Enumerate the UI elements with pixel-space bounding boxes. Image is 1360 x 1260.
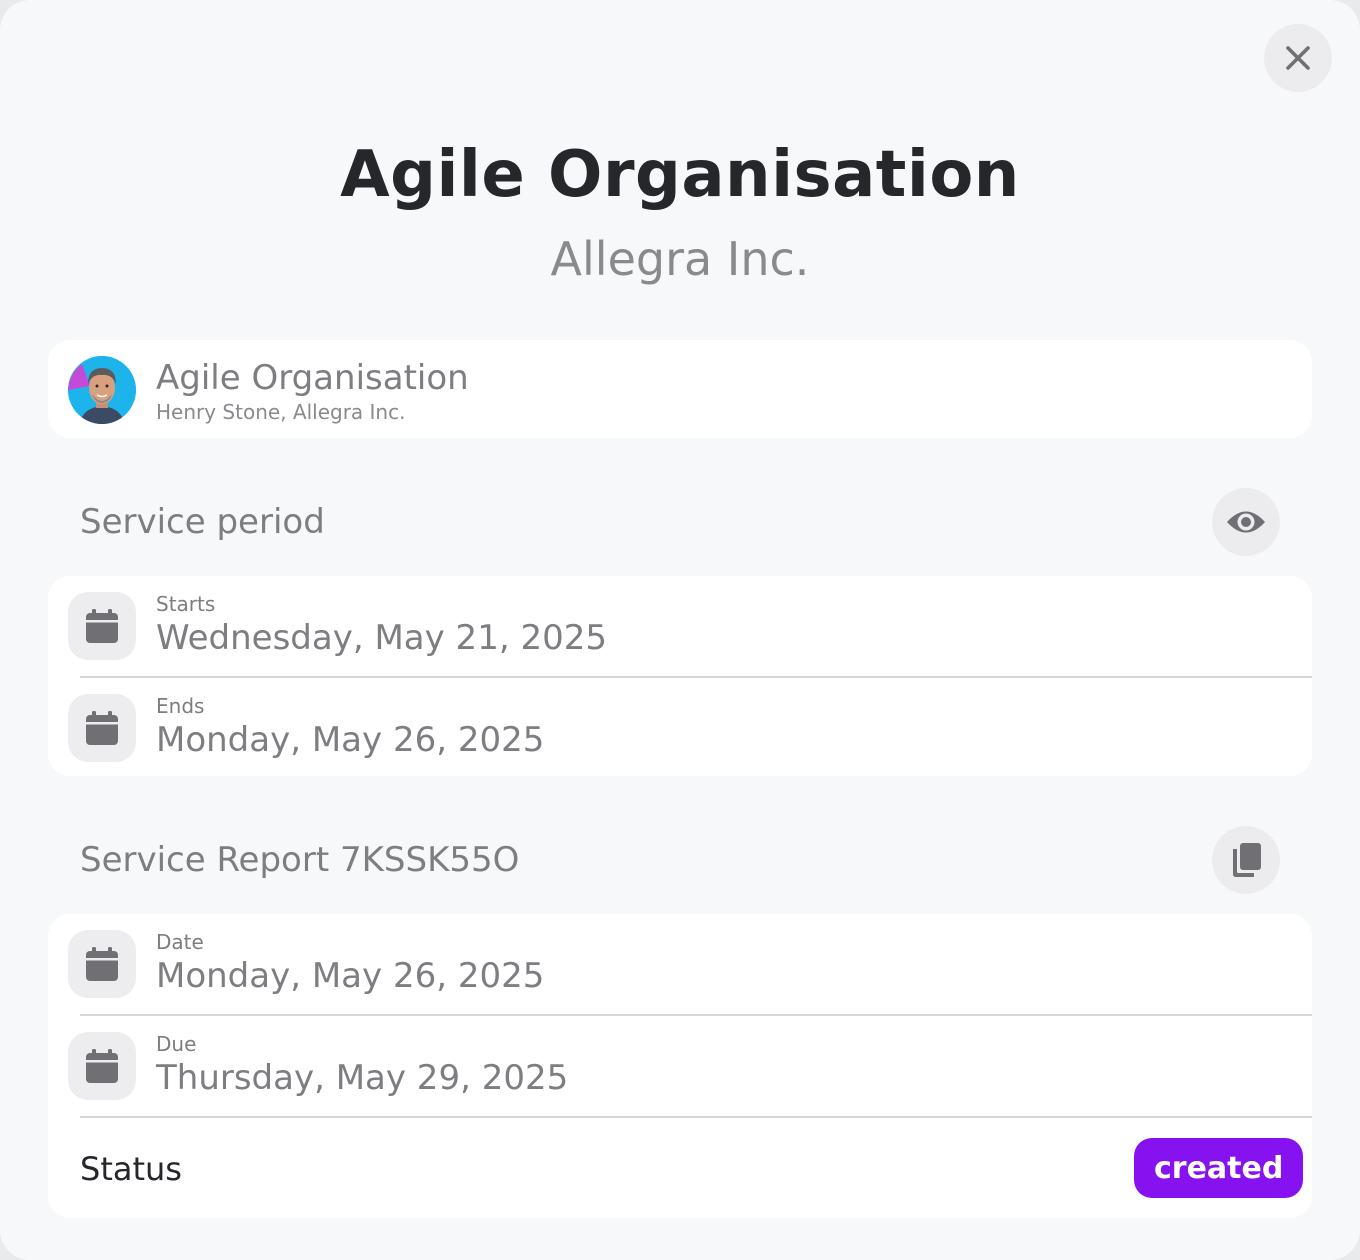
close-icon [1286, 46, 1310, 70]
view-service-period-button[interactable] [1212, 488, 1280, 556]
page-title: Agile Organisation [340, 138, 1020, 212]
end-date-row[interactable]: Ends Monday, May 26, 2025 [48, 678, 1312, 780]
divider [80, 1116, 1312, 1118]
copy-report-button[interactable] [1212, 826, 1280, 894]
end-date-label: Ends [156, 694, 205, 718]
organisation-contact: Henry Stone, Allegra Inc. [156, 400, 406, 424]
service-report-card: Date Monday, May 26, 2025 Due Thursday, … [48, 914, 1312, 1218]
organisation-name: Agile Organisation [156, 358, 469, 398]
avatar [68, 356, 136, 424]
due-date-label: Due [156, 1032, 197, 1056]
service-period-card: Starts Wednesday, May 21, 2025 Ends Mond… [48, 576, 1312, 776]
calendar-icon [86, 711, 118, 745]
report-date-label: Date [156, 930, 204, 954]
calendar-icon-box [68, 592, 136, 660]
status-badge[interactable]: created [1134, 1138, 1304, 1198]
calendar-icon [86, 947, 118, 981]
service-report-modal: Agile Organisation Allegra Inc. Agile Or… [0, 0, 1360, 1260]
calendar-icon-box [68, 930, 136, 998]
start-date-label: Starts [156, 592, 216, 616]
calendar-icon [86, 609, 118, 643]
service-report-title: Service Report 7KSSK55O [80, 840, 520, 880]
status-label: Status [80, 1150, 182, 1188]
service-period-title: Service period [80, 502, 325, 542]
report-date-value: Monday, May 26, 2025 [156, 956, 545, 996]
close-button[interactable] [1264, 24, 1332, 92]
due-date-row[interactable]: Due Thursday, May 29, 2025 [48, 1016, 1312, 1118]
start-date-value: Wednesday, May 21, 2025 [156, 618, 607, 658]
organisation-card[interactable]: Agile Organisation Henry Stone, Allegra … [48, 340, 1312, 438]
due-date-value: Thursday, May 29, 2025 [156, 1058, 569, 1098]
end-date-value: Monday, May 26, 2025 [156, 720, 545, 760]
calendar-icon [86, 1049, 118, 1083]
page-subtitle: Allegra Inc. [550, 232, 810, 286]
eye-icon [1227, 511, 1265, 533]
calendar-icon-box [68, 1032, 136, 1100]
report-date-row[interactable]: Date Monday, May 26, 2025 [48, 914, 1312, 1016]
calendar-icon-box [68, 694, 136, 762]
start-date-row[interactable]: Starts Wednesday, May 21, 2025 [48, 576, 1312, 678]
copy-icon [1233, 843, 1261, 877]
